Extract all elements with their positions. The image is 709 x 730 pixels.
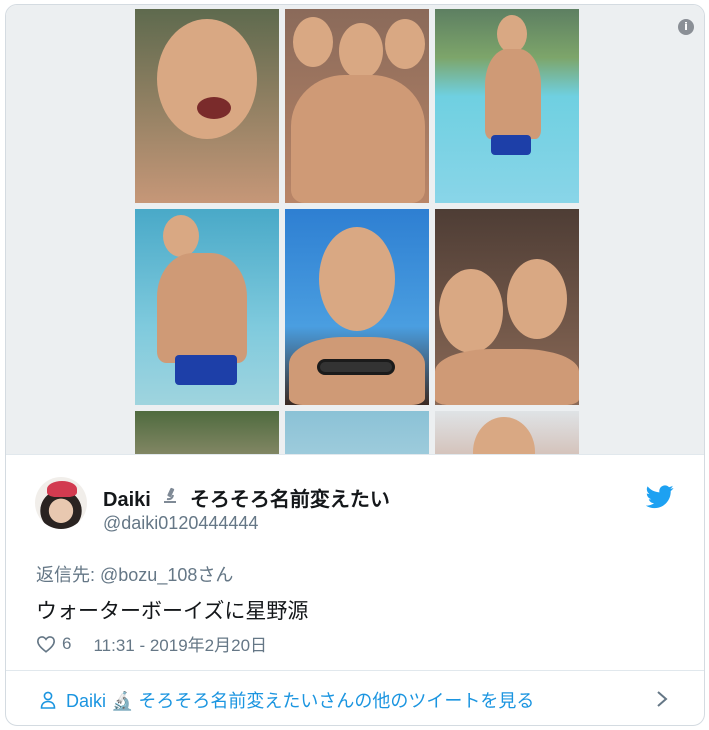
microscope-icon [160,486,180,512]
twitter-bird-icon[interactable] [646,485,674,509]
person-icon [40,691,56,709]
author-handle[interactable]: @daiki0120444444 [103,513,258,534]
photo-4 [135,209,279,405]
photo-8 [285,411,429,454]
more-tweets-label[interactable]: Daiki 🔬 そろそろ名前変えたいさんの他のツイートを見る [66,687,534,713]
info-icon[interactable]: i [678,19,694,35]
photo-grid [135,9,579,454]
photo-1 [135,9,279,203]
photo-7 [135,411,279,454]
reply-prefix: 返信先: [36,565,101,585]
tweet-media-collage[interactable]: i [6,5,704,454]
like-count[interactable]: 6 [62,634,71,654]
tweet-body: Daiki そろそろ名前変えたい @daiki0120444444 返信先: @… [6,454,704,675]
chevron-right-icon[interactable] [654,689,670,709]
display-name-suffix: そろそろ名前変えたい [189,489,390,511]
display-name: Daiki [103,489,151,511]
heart-icon[interactable] [36,635,56,653]
avatar[interactable] [35,477,87,529]
reply-context: 返信先: @bozu_108さん [36,561,233,587]
photo-2 [285,9,429,203]
tweet-card[interactable]: i Daiki そろそろ名前変えたい @daiki0120444444 返信先:… [5,4,705,726]
photo-5 [285,209,429,405]
photo-3 [435,9,579,203]
photo-9 [435,411,579,454]
tweet-meta: 6 11:31 - 2019年2月20日 [36,631,267,656]
reply-to-link[interactable]: @bozu_108さん [100,565,233,585]
tweet-timestamp[interactable]: 11:31 - 2019年2月20日 [93,631,267,656]
more-tweets-link[interactable]: Daiki 🔬 そろそろ名前変えたいさんの他のツイートを見る [6,670,704,725]
photo-6 [435,209,579,405]
tweet-text: ウォーターボーイズに星野源 [36,600,309,623]
author-name[interactable]: Daiki そろそろ名前変えたい [103,483,390,512]
